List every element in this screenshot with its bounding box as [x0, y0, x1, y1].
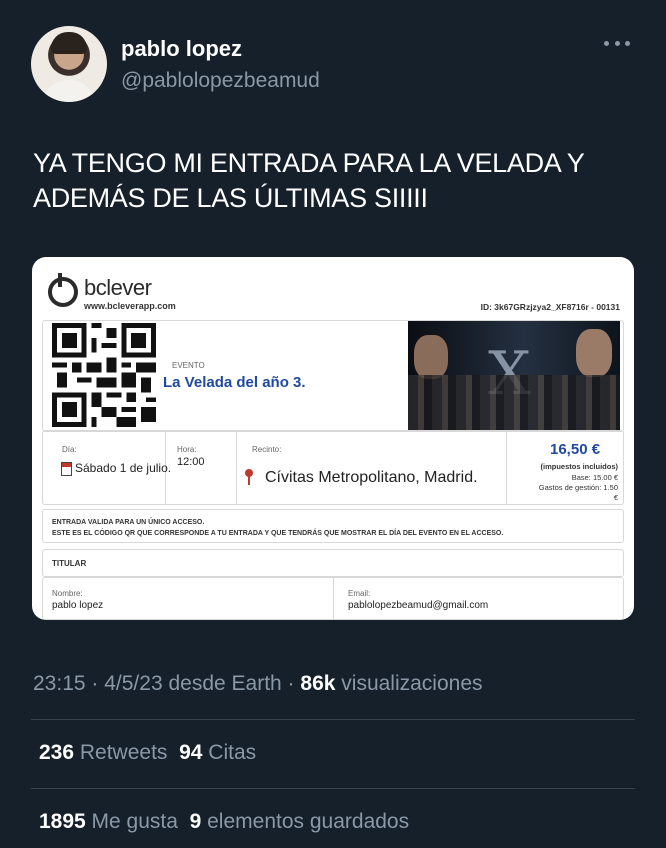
poster-crowd: [408, 375, 620, 431]
event-date: Sábado 1 de julio.: [75, 461, 172, 475]
tweet-text: YA TENGO MI ENTRADA PARA LA VELADA Y ADE…: [33, 146, 633, 216]
calendar-icon: [61, 462, 72, 476]
holder-name: pablo lopez: [52, 600, 104, 611]
divider: [506, 431, 507, 504]
recinto-label: Recinto:: [252, 445, 282, 454]
divider: [333, 578, 334, 619]
retweets-label: Retweets: [74, 741, 168, 764]
avatar-shirt: [41, 80, 97, 102]
tweet-stats-row-1: 236 Retweets 94 Citas: [39, 741, 256, 765]
hora-label: Hora:: [177, 445, 197, 454]
ticket-brand: bclever: [84, 275, 152, 300]
tweet-stats-row-2: 1895 Me gusta 9 elementos guardados: [39, 810, 409, 834]
views-label: visualizaciones: [335, 672, 483, 695]
ticket-url: www.bcleverapp.com: [84, 301, 176, 311]
avatar-hair: [51, 32, 87, 54]
bookmarks-stat[interactable]: 9 elementos guardados: [190, 810, 410, 833]
titular-section: [42, 549, 624, 577]
nombre-label: Nombre:: [52, 589, 83, 598]
event-poster: X: [408, 321, 620, 431]
event-venue: Cívitas Metropolitano, Madrid.: [265, 469, 478, 486]
avatar[interactable]: [31, 26, 107, 102]
likes-count: 1895: [39, 810, 86, 833]
titular-label: TITULAR: [52, 559, 87, 568]
divider: [31, 788, 635, 789]
poster-figure-right: [576, 329, 612, 377]
meta-separator: ·: [281, 672, 301, 695]
quotes-stat[interactable]: 94 Citas: [179, 741, 256, 764]
bookmarks-label: elementos guardados: [201, 810, 410, 833]
tweet-date: 4/5/23: [104, 672, 163, 695]
retweets-stat[interactable]: 236 Retweets: [39, 741, 167, 764]
more-horizontal-icon[interactable]: [604, 36, 630, 50]
meta-separator: ·: [85, 672, 105, 695]
tweet-source: desde Earth: [162, 672, 282, 695]
tweet-time: 23:15: [33, 672, 86, 695]
notice-line-2: ESTE ES EL CÓDIGO QR QUE CORRESPONDE A T…: [52, 530, 504, 537]
poster-figure-left: [414, 335, 448, 379]
bookmarks-count: 9: [189, 810, 202, 833]
author-handle[interactable]: @pablolopezbeamud: [121, 69, 320, 93]
quotes-count: 94: [179, 741, 203, 764]
likes-label: Me gusta: [85, 810, 178, 833]
tweet-text-line-2: ADEMÁS DE LAS ÚLTIMAS SIIIII: [33, 183, 428, 213]
management-fees: Gastos de gestión: 1.50: [538, 483, 618, 492]
evento-label: EVENTO: [172, 361, 205, 370]
ticket-id: ID: 3k67GRzjzya2_XF8716r - 00131: [480, 302, 620, 312]
tweet-text-line-1: YA TENGO MI ENTRADA PARA LA VELADA Y: [33, 148, 585, 178]
ticket-notice-section: [42, 509, 624, 543]
holder-email: pablolopezbeamud@gmail.com: [348, 600, 489, 611]
tweet-time-link[interactable]: 23:15 · 4/5/23: [33, 672, 163, 695]
notice-line-1: ENTRADA VALIDA PARA UN ÚNICO ACCESO.: [52, 519, 205, 526]
event-time: 12:00: [177, 456, 205, 468]
taxes-note: (impuestos incluidos): [540, 462, 618, 471]
views-stat[interactable]: 86k visualizaciones: [300, 672, 482, 695]
dia-label: Día:: [62, 445, 77, 454]
ticket-price: 16,50 €: [550, 441, 601, 458]
qr-code-icon: [52, 323, 156, 427]
location-pin-icon: [245, 469, 253, 485]
email-label: Email:: [348, 589, 371, 598]
author-name[interactable]: pablo lopez: [121, 36, 242, 62]
views-count: 86k: [300, 672, 336, 695]
divider: [236, 431, 237, 504]
base-price: Base: 15.00 €: [571, 473, 618, 482]
quotes-label: Citas: [202, 741, 257, 764]
bclever-logo-icon: [48, 273, 78, 307]
divider: [31, 719, 635, 720]
event-name: La Velada del año 3.: [163, 374, 306, 391]
tweet-meta: 23:15 · 4/5/23 desde Earth · 86k visuali…: [33, 672, 483, 696]
ticket-image[interactable]: bclever www.bcleverapp.com ID: 3k67GRzjz…: [32, 257, 634, 620]
retweets-count: 236: [39, 741, 75, 764]
fees-currency: €: [613, 493, 618, 502]
likes-stat[interactable]: 1895 Me gusta: [39, 810, 178, 833]
